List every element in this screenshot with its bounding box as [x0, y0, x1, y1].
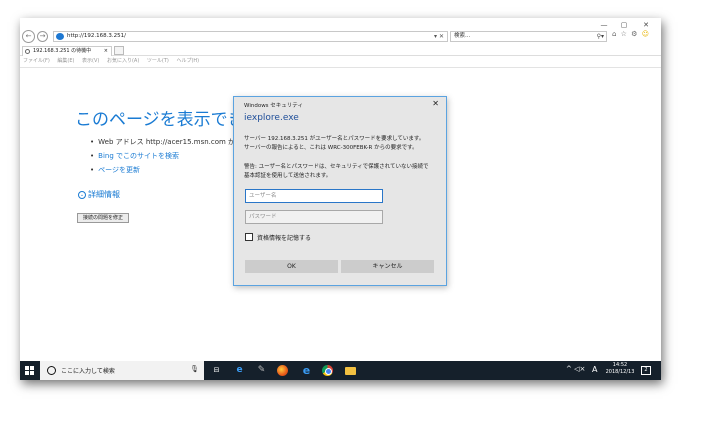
home-star-gear-icon[interactable]: ⌂ ☆ ⚙ — [612, 30, 638, 38]
dialog-warning: 警告: ユーザー名とパスワードは、セキュリティで保護されていない接続で 基本認証… — [244, 163, 444, 180]
minimize-button[interactable]: — — [594, 20, 614, 30]
dialog-message: サーバー 192.168.3.251 がユーザー名とパスワードを要求しています。… — [244, 135, 444, 152]
list-item: • Bing でこのサイトを検索 — [90, 152, 179, 160]
task-view-icon[interactable]: ⊟ — [210, 364, 223, 377]
loading-spinner-icon — [25, 49, 30, 54]
internet-explorer-icon[interactable]: e — [300, 364, 313, 377]
dialog-caption: Windows セキュリティ — [244, 103, 303, 109]
menu-file[interactable]: ファイル(F) — [23, 58, 50, 64]
taskbar: ここに入力して検索 🎙 ⊟ e ✎ e ^ ◁× A 14:52 2018/12… — [20, 361, 661, 380]
system-tray-icons[interactable]: ^ ◁× — [566, 365, 585, 373]
gimp-icon[interactable]: ✎ — [255, 364, 268, 377]
dialog-app-name: iexplore.exe — [244, 113, 299, 123]
tab-close-icon[interactable]: × — [104, 47, 108, 56]
toolbar-icons[interactable]: ⌂ ☆ ⚙ ☺ — [612, 30, 650, 38]
dialog-message-line: サーバーの報告によると、これは WRC-300FEBK-R からの要求です。 — [244, 144, 418, 151]
list-item: • ページを更新 — [90, 166, 141, 174]
fix-connection-button[interactable]: 接続の問題を修正 — [77, 213, 129, 223]
chrome-icon[interactable] — [322, 365, 333, 376]
search-icon[interactable]: ⚲▾ — [597, 32, 604, 41]
tab-title: 192.168.3.251 の待機中 — [33, 48, 92, 54]
smiley-icon[interactable]: ☺ — [642, 30, 650, 38]
search-input[interactable]: 検索... ⚲▾ — [450, 31, 607, 42]
ok-button[interactable]: OK — [245, 260, 338, 273]
clock-date: 2018/12/13 — [605, 369, 635, 375]
new-tab-button[interactable] — [114, 46, 124, 55]
cancel-button[interactable]: キャンセル — [341, 260, 434, 273]
maximize-button[interactable]: ▢ — [614, 20, 634, 30]
bing-search-link[interactable]: Bing でこのサイトを検索 — [98, 152, 179, 160]
address-url: http://192.168.3.251/ — [67, 33, 126, 39]
forward-button[interactable]: → — [37, 31, 48, 42]
menu-view[interactable]: 表示(V) — [82, 58, 99, 64]
menu-bar: ファイル(F) 編集(E) 表示(V) お気に入り(A) ツール(T) ヘルプ(… — [23, 57, 205, 66]
close-window-button[interactable]: ✕ — [636, 20, 656, 30]
menu-tools[interactable]: ツール(T) — [147, 58, 169, 64]
edge-icon[interactable]: e — [233, 364, 246, 377]
menu-edit[interactable]: 編集(E) — [57, 58, 74, 64]
tab-active[interactable]: 192.168.3.251 の待機中 × — [22, 46, 112, 56]
notification-icon[interactable]: 2 — [641, 366, 651, 375]
search-placeholder: 検索... — [454, 33, 471, 39]
ime-indicator[interactable]: A — [592, 365, 597, 374]
browser-window: — ▢ ✕ ← → http://192.168.3.251/ ▾ ✕ 検索..… — [20, 18, 661, 380]
tab-row: 192.168.3.251 の待機中 × — [20, 45, 661, 56]
password-field[interactable]: パスワード — [245, 210, 383, 224]
file-explorer-icon[interactable] — [345, 367, 356, 375]
dialog-warning-line: 基本認証を使用して送信されます。 — [244, 172, 332, 179]
taskbar-search-box[interactable]: ここに入力して検索 🎙 — [40, 361, 204, 380]
remember-label[interactable]: 資格情報を記憶する — [257, 233, 311, 242]
menu-favorites[interactable]: お気に入り(A) — [107, 58, 139, 64]
cortana-icon — [47, 366, 56, 375]
refresh-link[interactable]: ページを更新 — [98, 166, 140, 174]
chevron-down-icon: ⌄ — [78, 190, 86, 199]
microphone-icon[interactable]: 🎙 — [190, 365, 199, 373]
ie-page-icon — [56, 33, 64, 40]
dialog-close-icon[interactable]: ✕ — [432, 99, 439, 108]
taskbar-search-text: ここに入力して検索 — [61, 368, 115, 375]
username-field[interactable]: ユーザー名 — [245, 189, 383, 203]
address-bar[interactable]: http://192.168.3.251/ ▾ ✕ — [53, 31, 448, 42]
clock[interactable]: 14:52 2018/12/13 — [603, 362, 637, 376]
back-button[interactable]: ← — [22, 30, 35, 43]
dialog-message-line: サーバー 192.168.3.251 がユーザー名とパスワードを要求しています。 — [244, 136, 425, 142]
address-controls[interactable]: ▾ ✕ — [434, 32, 444, 41]
firefox-icon[interactable] — [277, 365, 288, 376]
more-info-link[interactable]: ⌄ 詳細情報 — [78, 189, 120, 200]
suggestion-list: • Web アドレス http://acer15.msn.com が正しい • Bi… — [90, 135, 256, 177]
windows-start-icon[interactable] — [25, 366, 34, 375]
divider — [20, 67, 661, 68]
remember-checkbox[interactable] — [245, 233, 253, 241]
menu-help[interactable]: ヘルプ(H) — [176, 58, 199, 64]
more-info-label: 詳細情報 — [88, 190, 120, 199]
clock-time: 14:52 — [612, 362, 628, 368]
credential-dialog: Windows セキュリティ ✕ iexplore.exe サーバー 192.1… — [233, 96, 447, 286]
list-item: • Web アドレス http://acer15.msn.com が正しい — [90, 138, 257, 146]
dialog-warning-line: 警告: ユーザー名とパスワードは、セキュリティで保護されていない接続で — [244, 164, 429, 170]
address-row: ← → http://192.168.3.251/ ▾ ✕ 検索... ⚲▾ ⌂… — [20, 30, 661, 44]
